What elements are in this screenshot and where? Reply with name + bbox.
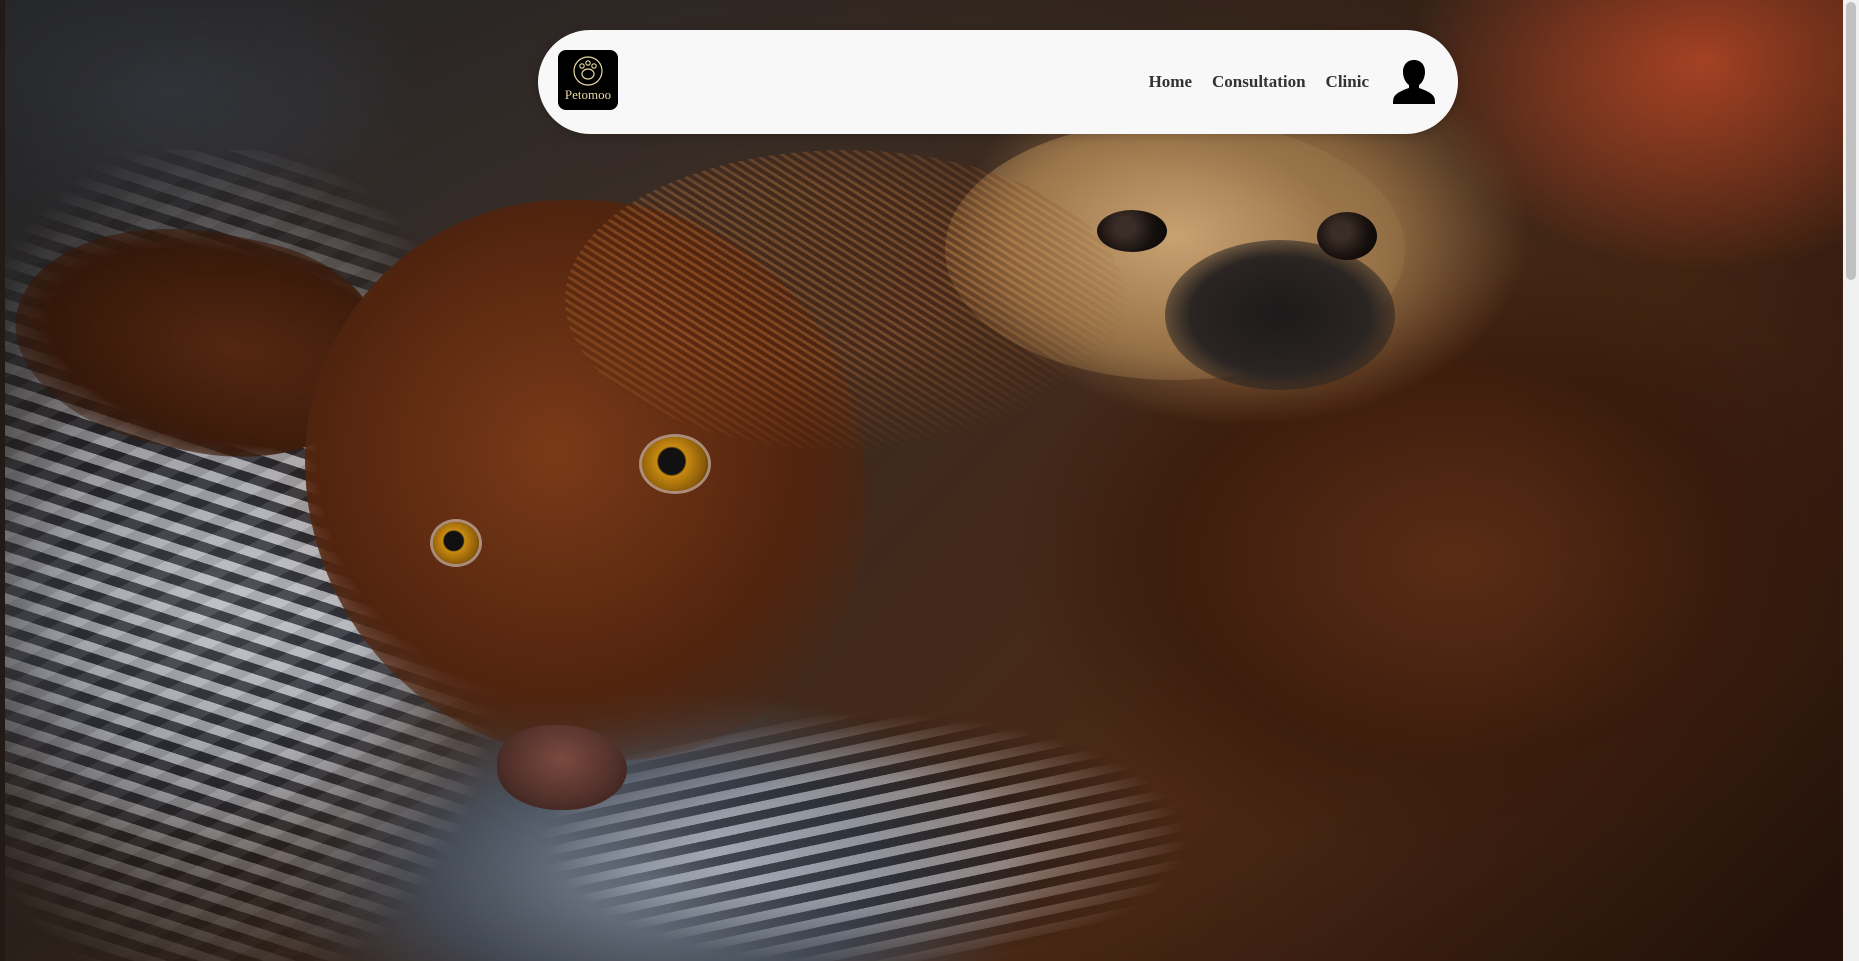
nav-clinic-link[interactable]: Clinic [1326,72,1369,92]
dog-paw-logo-icon [573,56,603,86]
vignette [5,0,1843,961]
brand-logo[interactable]: Petomoo [558,50,618,110]
user-silhouette-icon[interactable] [1392,58,1436,104]
nav-links: Home Consultation Clinic [1149,68,1369,96]
page-scrollbar[interactable] [1843,0,1859,961]
nav-consultation-link[interactable]: Consultation [1212,72,1306,92]
nav-home-link[interactable]: Home [1149,72,1192,92]
hero-background-image [5,0,1843,961]
scrollbar-thumb[interactable] [1846,2,1856,280]
brand-name: Petomoo [564,87,612,102]
top-navbar: Petomoo Home Consultation Clinic [538,30,1458,134]
